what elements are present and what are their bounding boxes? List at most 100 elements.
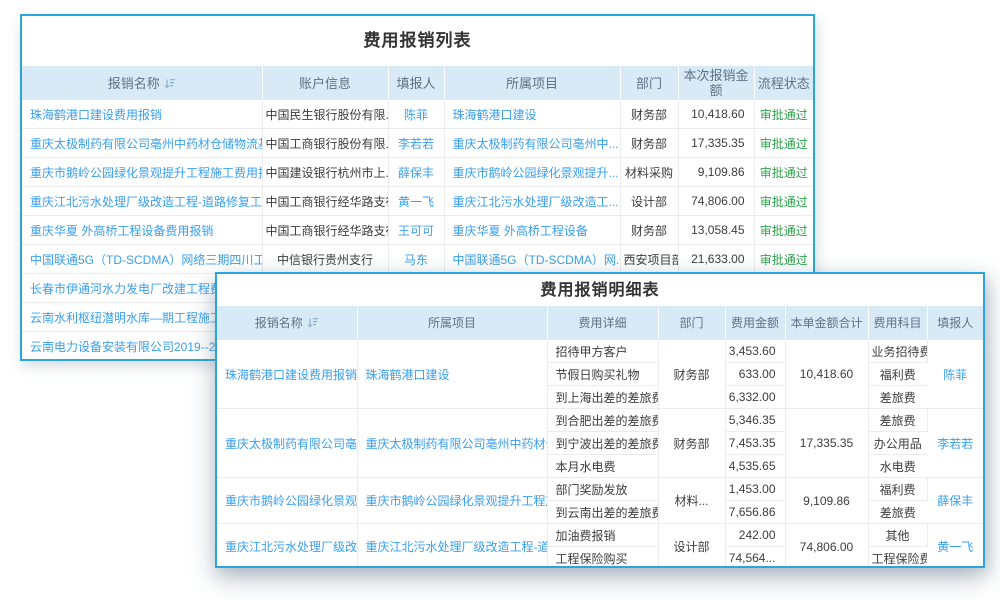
reporter-link[interactable]: 黄一飞 — [388, 187, 444, 216]
amount-cell: 3,453.60 — [725, 340, 785, 363]
table-row: 重庆江北污水处理厂级改造工程-道路修复 重庆江北污水处理厂级改造工程-道路修复工… — [217, 524, 983, 547]
dept-cell: 设计部 — [620, 187, 678, 216]
expense-name-link[interactable]: 重庆太极制药有限公司亳州中药材仓储物流基地项... — [22, 129, 262, 158]
account-cell: 中国民生银行股份有限... — [262, 100, 388, 129]
list-header-row: 报销名称 账户信息 填报人 所属项目 部门 本次报销金额 流程状态 — [22, 66, 813, 100]
expense-name-link[interactable]: 重庆华夏 外高桥工程设备费用报销 — [22, 216, 262, 245]
sort-icon[interactable] — [307, 317, 319, 328]
project-link[interactable]: 珠海鹤港口建设 — [444, 100, 620, 129]
detail-cell: 到宁波出差的差旅费 — [547, 432, 658, 455]
detail-col-subject: 费用科目 — [868, 306, 927, 340]
amount-cell: 9,109.86 — [678, 158, 754, 187]
list-col-name-label: 报销名称 — [108, 76, 160, 91]
table-row: 重庆市鹅岭公园绿化景观提升工程施工 重庆市鹅岭公园绿化景观提升工程施工 部门奖励… — [217, 478, 983, 501]
project-link[interactable]: 珠海鹤港口建设 — [357, 340, 547, 409]
account-cell: 中国工商银行股份有限... — [262, 129, 388, 158]
project-link[interactable]: 重庆太极制药有限公司亳州中药材仓储物流基地 — [357, 409, 547, 478]
project-link[interactable]: 重庆江北污水处理厂级改造工程-道路修复工程 — [357, 524, 547, 569]
expense-detail-title: 费用报销明细表 — [217, 274, 983, 306]
detail-col-name[interactable]: 报销名称 — [217, 306, 357, 340]
project-link[interactable]: 重庆市鹅岭公园绿化景观提升... — [444, 158, 620, 187]
amount-cell: 4,535.65 — [725, 455, 785, 478]
total-cell: 10,418.60 — [785, 340, 868, 409]
detail-cell: 加油费报销 — [547, 524, 658, 547]
expense-name-link[interactable]: 重庆市鹅岭公园绿化景观提升工程施工 — [217, 478, 357, 524]
list-col-name[interactable]: 报销名称 — [22, 66, 262, 100]
total-cell: 17,335.35 — [785, 409, 868, 478]
amount-cell: 633.00 — [725, 363, 785, 386]
status-badge[interactable]: 审批通过 — [754, 216, 813, 245]
table-row: 中国联通5G（TD-SCDMA）网络三期四川工程费... 中信银行贵州支行 马东… — [22, 245, 813, 274]
detail-cell: 到合肥出差的差旅费 — [547, 409, 658, 432]
status-badge[interactable]: 审批通过 — [754, 100, 813, 129]
detail-cell: 工程保险购买 — [547, 547, 658, 569]
subject-cell: 差旅费 — [868, 409, 927, 432]
amount-cell: 21,633.00 — [678, 245, 754, 274]
dept-cell: 材料... — [658, 478, 725, 524]
table-row: 重庆江北污水处理厂级改造工程-道路修复工程费用... 中国工商银行经华路支行 黄… — [22, 187, 813, 216]
detail-cell: 节假日购买礼物 — [547, 363, 658, 386]
subject-cell: 差旅费 — [868, 386, 927, 409]
list-col-reporter: 填报人 — [388, 66, 444, 100]
amount-cell: 6,332.00 — [725, 386, 785, 409]
account-cell: 中国建设银行杭州市上... — [262, 158, 388, 187]
table-row: 珠海鹤港口建设费用报销 珠海鹤港口建设 招待甲方客户 财务部 3,453.60 … — [217, 340, 983, 363]
table-row: 重庆华夏 外高桥工程设备费用报销 中国工商银行经华路支行 王可可 重庆华夏 外高… — [22, 216, 813, 245]
detail-col-project: 所属项目 — [357, 306, 547, 340]
reporter-link[interactable]: 薛保丰 — [927, 478, 983, 524]
reporter-link[interactable]: 薛保丰 — [388, 158, 444, 187]
expense-name-link[interactable]: 重庆太极制药有限公司亳州中药材仓储物流基地 — [217, 409, 357, 478]
sort-icon[interactable] — [164, 78, 176, 89]
detail-cell: 招待甲方客户 — [547, 340, 658, 363]
dept-cell: 西安项目部 — [620, 245, 678, 274]
detail-col-name-label: 报销名称 — [255, 316, 303, 330]
list-col-dept: 部门 — [620, 66, 678, 100]
expense-list-title: 费用报销列表 — [22, 16, 813, 66]
subject-cell: 其他 — [868, 524, 927, 547]
expense-name-link[interactable]: 重庆市鹅岭公园绿化景观提升工程施工费用报销 — [22, 158, 262, 187]
reporter-link[interactable]: 王可可 — [388, 216, 444, 245]
project-link[interactable]: 中国联通5G（TD-SCDMA）网... — [444, 245, 620, 274]
dept-cell: 材料采购 — [620, 158, 678, 187]
list-col-status: 流程状态 — [754, 66, 813, 100]
project-link[interactable]: 重庆华夏 外高桥工程设备 — [444, 216, 620, 245]
list-col-project: 所属项目 — [444, 66, 620, 100]
reporter-link[interactable]: 陈菲 — [927, 340, 983, 409]
project-link[interactable]: 重庆江北污水处理厂级改造工... — [444, 187, 620, 216]
amount-cell: 74,564... — [725, 547, 785, 569]
detail-header-row: 报销名称 所属项目 费用详细 部门 费用金额 本单金额合计 费用科目 填报人 — [217, 306, 983, 340]
status-badge[interactable]: 审批通过 — [754, 158, 813, 187]
expense-name-link[interactable]: 珠海鹤港口建设费用报销 — [217, 340, 357, 409]
table-row: 重庆市鹅岭公园绿化景观提升工程施工费用报销 中国建设银行杭州市上... 薛保丰 … — [22, 158, 813, 187]
detail-cell: 部门奖励发放 — [547, 478, 658, 501]
expense-name-link[interactable]: 重庆江北污水处理厂级改造工程-道路修复工程费用... — [22, 187, 262, 216]
subject-cell: 福利费 — [868, 478, 927, 501]
amount-cell: 5,346.35 — [725, 409, 785, 432]
total-cell: 74,806.00 — [785, 524, 868, 569]
table-row: 重庆太极制药有限公司亳州中药材仓储物流基地 重庆太极制药有限公司亳州中药材仓储物… — [217, 409, 983, 432]
project-link[interactable]: 重庆市鹅岭公园绿化景观提升工程施工 — [357, 478, 547, 524]
amount-cell: 1,453.00 — [725, 478, 785, 501]
detail-cell: 到云南出差的差旅费 — [547, 501, 658, 524]
detail-col-detail: 费用详细 — [547, 306, 658, 340]
amount-cell: 74,806.00 — [678, 187, 754, 216]
expense-name-link[interactable]: 珠海鹤港口建设费用报销 — [22, 100, 262, 129]
reporter-link[interactable]: 李若若 — [388, 129, 444, 158]
reporter-link[interactable]: 李若若 — [927, 409, 983, 478]
amount-cell: 17,335.35 — [678, 129, 754, 158]
status-badge[interactable]: 审批通过 — [754, 245, 813, 274]
dept-cell: 设计部 — [658, 524, 725, 569]
reporter-link[interactable]: 黄一飞 — [927, 524, 983, 569]
detail-col-amount: 费用金额 — [725, 306, 785, 340]
project-link[interactable]: 重庆太极制药有限公司亳州中... — [444, 129, 620, 158]
status-badge[interactable]: 审批通过 — [754, 187, 813, 216]
reporter-link[interactable]: 马东 — [388, 245, 444, 274]
subject-cell: 福利费 — [868, 363, 927, 386]
reporter-link[interactable]: 陈菲 — [388, 100, 444, 129]
table-row: 珠海鹤港口建设费用报销 中国民生银行股份有限... 陈菲 珠海鹤港口建设 财务部… — [22, 100, 813, 129]
expense-name-link[interactable]: 中国联通5G（TD-SCDMA）网络三期四川工程费... — [22, 245, 262, 274]
dept-cell: 财务部 — [620, 129, 678, 158]
expense-name-link[interactable]: 重庆江北污水处理厂级改造工程-道路修复 — [217, 524, 357, 569]
detail-cell: 到上海出差的差旅费 — [547, 386, 658, 409]
status-badge[interactable]: 审批通过 — [754, 129, 813, 158]
